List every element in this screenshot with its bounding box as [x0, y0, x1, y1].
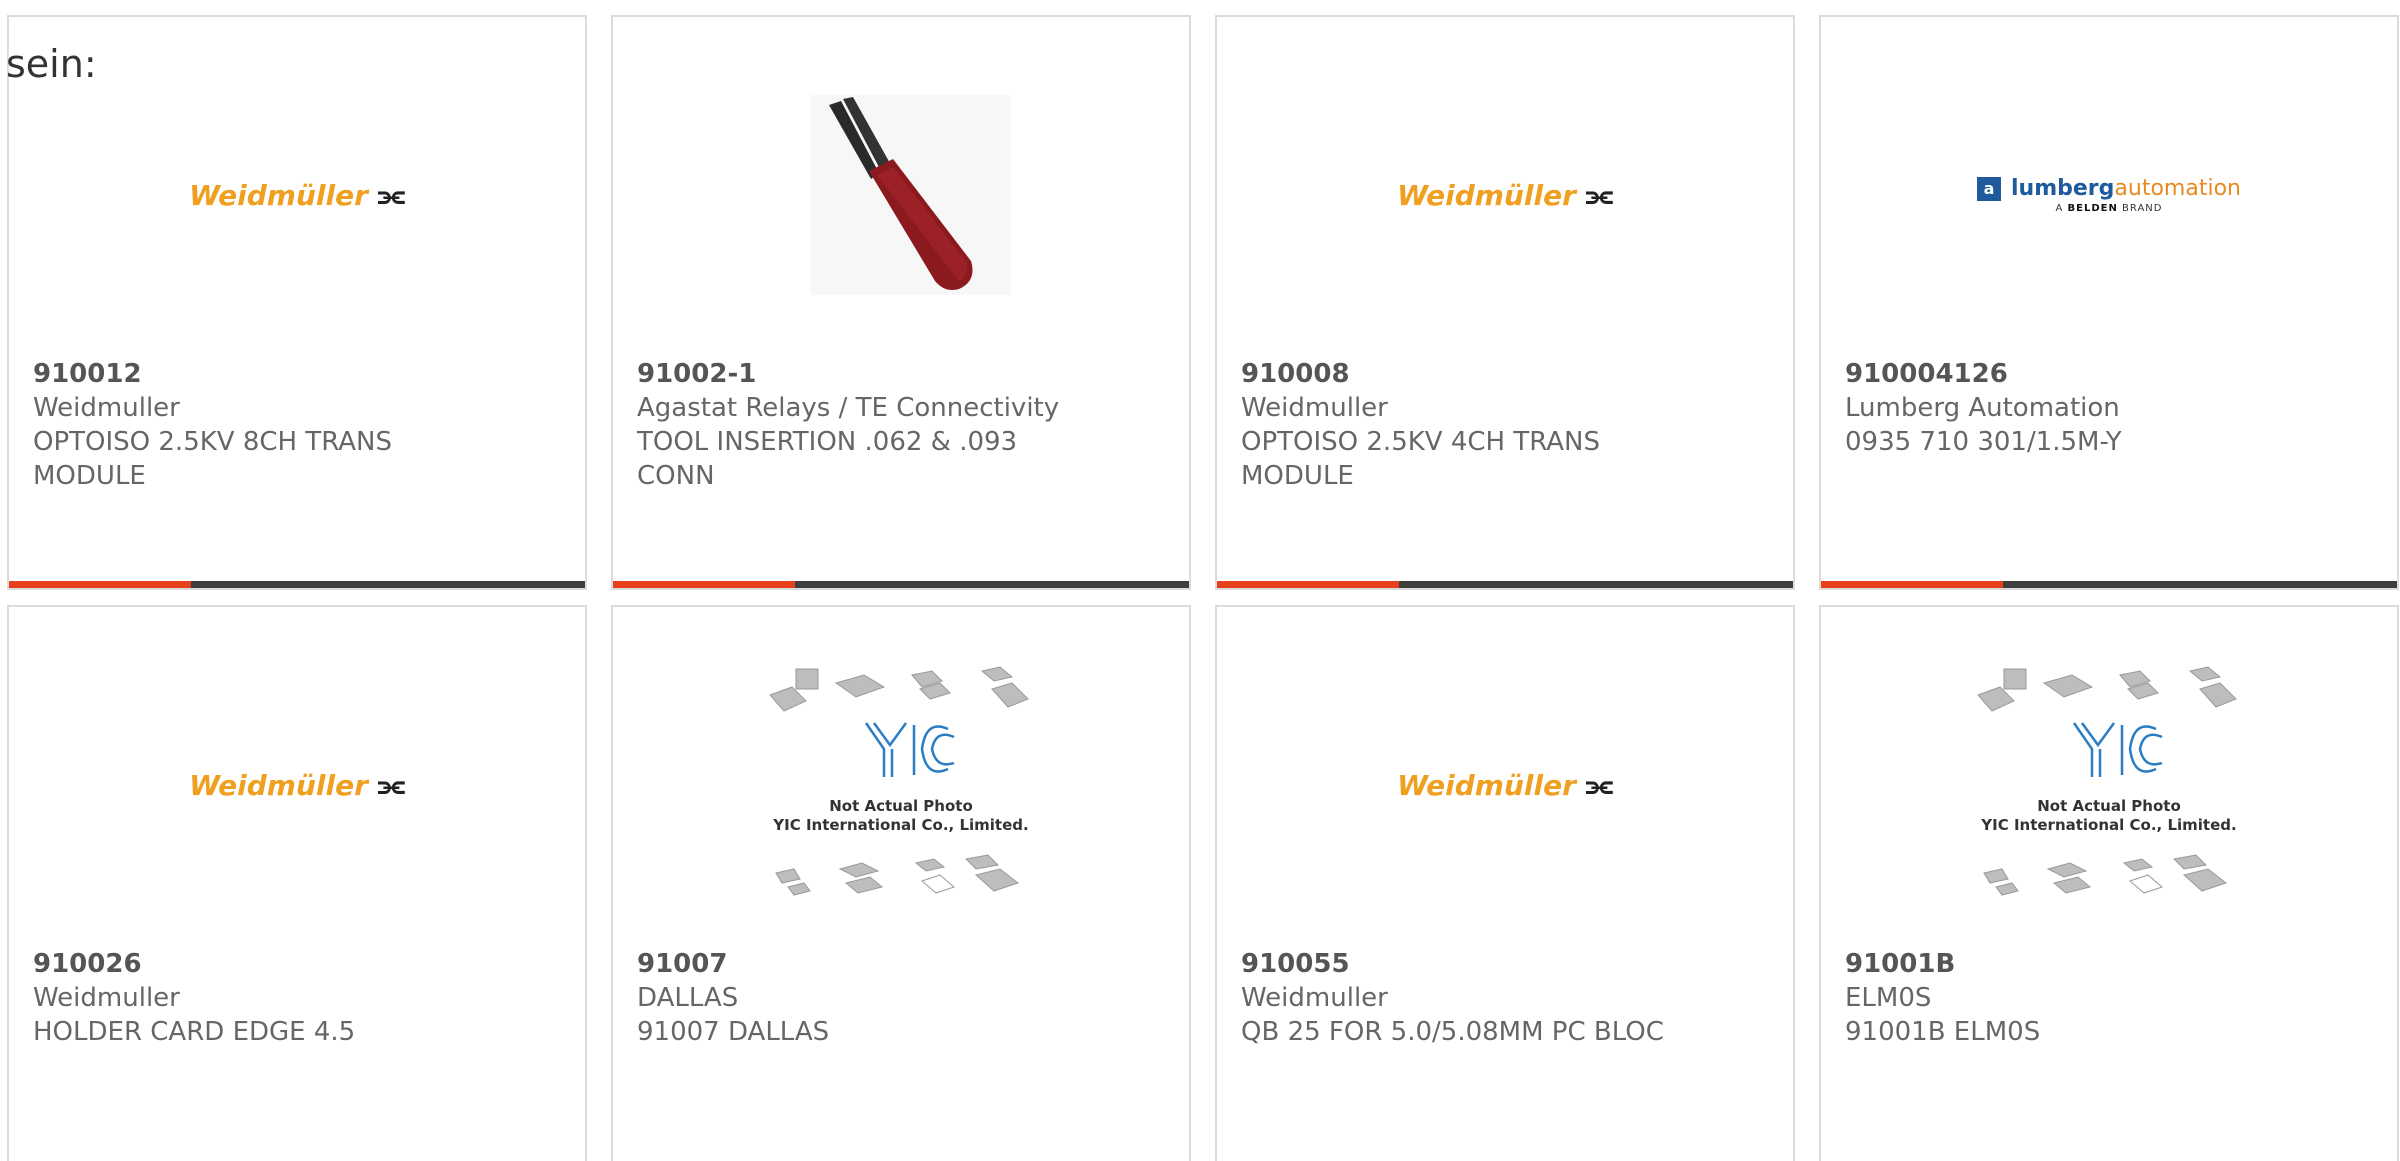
yic-caption-line2: YIC International Co., Limited.: [1981, 816, 2237, 834]
part-number: 910004126: [1845, 359, 2008, 389]
product-grid: Weidmüller ⫘ 910012 Weidmuller OPTOISO 2…: [7, 15, 2399, 1161]
product-info: 91007 DALLAS 91007 DALLAS: [637, 947, 1165, 1049]
lumberg-sub-brand: BELDEN: [2067, 203, 2118, 214]
product-info: 910026 Weidmuller HOLDER CARD EDGE 4.5: [33, 947, 561, 1049]
chip-placeholder-icon: [769, 666, 1029, 896]
description: OPTOISO 2.5KV 4CH TRANS: [1241, 427, 1600, 457]
lumberg-sub-prefix: A: [2055, 203, 2064, 214]
description: 91001B ELM0S: [1845, 1017, 2041, 1047]
yic-caption: Not Actual Photo YIC International Co., …: [766, 797, 1036, 835]
card-bar-accent: [1217, 581, 1399, 588]
product-card[interactable]: 91002-1 Agastat Relays / TE Connectivity…: [611, 15, 1191, 590]
weidmuller-mark-icon: ⫘: [377, 767, 405, 803]
description: 91007 DALLAS: [637, 1017, 830, 1047]
weidmuller-logo-text: Weidmüller: [1397, 178, 1576, 212]
weidmuller-logo: Weidmüller ⫘: [1397, 768, 1613, 803]
yic-caption: Not Actual Photo YIC International Co., …: [1974, 797, 2244, 835]
product-image: Weidmüller ⫘: [1217, 665, 1793, 905]
product-card[interactable]: Weidmüller ⫘ 910012 Weidmuller OPTOISO 2…: [7, 15, 587, 590]
part-number: 910012: [33, 359, 142, 389]
description: QB 25 FOR 5.0/5.08MM PC BLOC: [1241, 1017, 1664, 1047]
card-bar: [9, 581, 585, 588]
manufacturer: ELM0S: [1845, 983, 1932, 1013]
card-bar: [1217, 581, 1793, 588]
chip-placeholder-icon: [1977, 666, 2237, 896]
overlay-text: sein:: [6, 42, 97, 86]
product-image: Weidmüller ⫘: [1217, 75, 1793, 315]
part-number: 910026: [33, 949, 142, 979]
manufacturer: Weidmuller: [1241, 983, 1388, 1013]
weidmuller-logo-text: Weidmüller: [189, 768, 368, 802]
manufacturer: DALLAS: [637, 983, 739, 1013]
weidmuller-logo-text: Weidmüller: [1397, 768, 1576, 802]
product-card[interactable]: a lumbergautomation A BELDEN BRAND 91000…: [1819, 15, 2399, 590]
yic-placeholder: Not Actual Photo YIC International Co., …: [1974, 665, 2244, 905]
part-number: 910008: [1241, 359, 1350, 389]
product-image: Weidmüller ⫘: [9, 665, 585, 905]
product-info: 91002-1 Agastat Relays / TE Connectivity…: [637, 357, 1165, 493]
description: OPTOISO 2.5KV 8CH TRANS: [33, 427, 392, 457]
insertion-tool-photo: [811, 95, 1011, 295]
part-number: 91002-1: [637, 359, 757, 389]
lumberg-name: lumberg: [2011, 176, 2115, 201]
card-bar: [613, 581, 1189, 588]
weidmuller-logo: Weidmüller ⫘: [189, 768, 405, 803]
manufacturer: Lumberg Automation: [1845, 393, 2120, 423]
card-bar-accent: [9, 581, 191, 588]
manufacturer: Weidmuller: [33, 983, 180, 1013]
yic-caption-line1: Not Actual Photo: [2037, 797, 2181, 815]
description-continued: CONN: [637, 461, 715, 491]
product-info: 91001B ELM0S 91001B ELM0S: [1845, 947, 2373, 1049]
product-results-page: sein: Weidmüller ⫘ 910012 Weidmuller OPT…: [0, 0, 2400, 1161]
description: HOLDER CARD EDGE 4.5: [33, 1017, 356, 1047]
part-number: 91001B: [1845, 949, 1956, 979]
lumberg-automation: automation: [2114, 176, 2241, 201]
weidmuller-logo: Weidmüller ⫘: [1397, 178, 1613, 213]
description: TOOL INSERTION .062 & .093: [637, 427, 1018, 457]
lumberg-subtitle: A BELDEN BRAND: [2056, 203, 2163, 214]
product-card[interactable]: Weidmüller ⫘ 910026 Weidmuller HOLDER CA…: [7, 605, 587, 1161]
part-number: 91007: [637, 949, 728, 979]
product-info: 910012 Weidmuller OPTOISO 2.5KV 8CH TRAN…: [33, 357, 561, 493]
product-info: 910008 Weidmuller OPTOISO 2.5KV 4CH TRAN…: [1241, 357, 1769, 493]
lumberg-logo: a lumbergautomation A BELDEN BRAND: [1977, 176, 2241, 214]
product-card[interactable]: Weidmüller ⫘ 910008 Weidmuller OPTOISO 2…: [1215, 15, 1795, 590]
card-bar: [1821, 581, 2397, 588]
description-continued: MODULE: [1241, 461, 1354, 491]
product-info: 910004126 Lumberg Automation 0935 710 30…: [1845, 357, 2373, 459]
yic-caption-line1: Not Actual Photo: [829, 797, 973, 815]
yic-caption-line2: YIC International Co., Limited.: [773, 816, 1029, 834]
description: 0935 710 301/1.5M-Y: [1845, 427, 2122, 457]
product-card[interactable]: Weidmüller ⫘ 910055 Weidmuller QB 25 FOR…: [1215, 605, 1795, 1161]
product-info: 910055 Weidmuller QB 25 FOR 5.0/5.08MM P…: [1241, 947, 1769, 1049]
weidmuller-mark-icon: ⫘: [1585, 177, 1613, 213]
lumberg-mark-icon: a: [1977, 176, 2001, 201]
product-card[interactable]: Not Actual Photo YIC International Co., …: [611, 605, 1191, 1161]
yic-placeholder: Not Actual Photo YIC International Co., …: [766, 665, 1036, 905]
product-image: Not Actual Photo YIC International Co., …: [1821, 665, 2397, 905]
weidmuller-mark-icon: ⫘: [1585, 767, 1613, 803]
manufacturer: Agastat Relays / TE Connectivity: [637, 393, 1060, 423]
card-bar-accent: [613, 581, 795, 588]
card-bar-accent: [1821, 581, 2003, 588]
lumberg-sub-suffix: BRAND: [2122, 203, 2163, 214]
product-image: Weidmüller ⫘: [9, 75, 585, 315]
weidmuller-logo-text: Weidmüller: [189, 178, 368, 212]
product-card[interactable]: Not Actual Photo YIC International Co., …: [1819, 605, 2399, 1161]
description-continued: MODULE: [33, 461, 146, 491]
manufacturer: Weidmuller: [1241, 393, 1388, 423]
product-image: Not Actual Photo YIC International Co., …: [613, 665, 1189, 905]
part-number: 910055: [1241, 949, 1350, 979]
weidmuller-logo: Weidmüller ⫘: [189, 178, 405, 213]
manufacturer: Weidmuller: [33, 393, 180, 423]
product-image: [613, 75, 1189, 315]
product-image: a lumbergautomation A BELDEN BRAND: [1821, 75, 2397, 315]
weidmuller-mark-icon: ⫘: [377, 177, 405, 213]
